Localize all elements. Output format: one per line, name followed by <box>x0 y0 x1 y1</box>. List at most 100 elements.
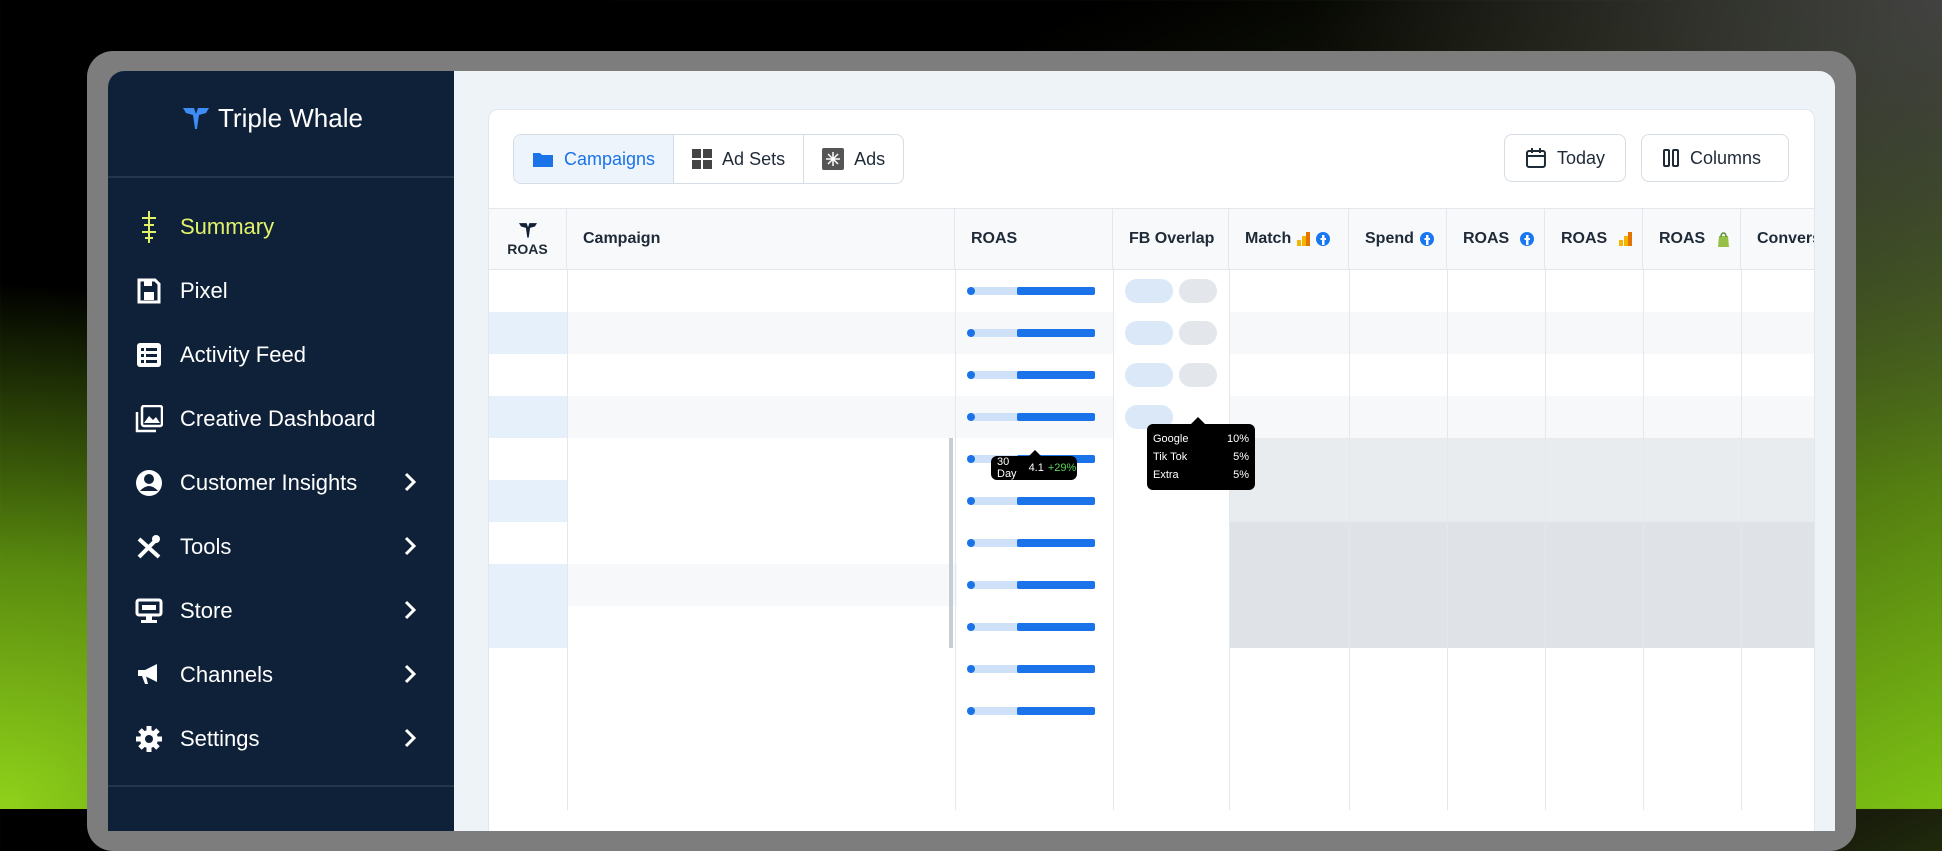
sidebar-item-settings[interactable]: Settings <box>132 717 432 761</box>
header-label: Spend <box>1365 230 1414 247</box>
conversion-value <box>1741 270 1814 312</box>
spend-value <box>1349 270 1447 312</box>
column-header-roas-facebook[interactable]: ROAS <box>1447 208 1545 270</box>
roas-google-value <box>1545 354 1643 396</box>
roas-bar-dot <box>967 581 975 589</box>
roas-google-value <box>1545 270 1643 312</box>
chevron-right-icon <box>404 664 417 684</box>
roas-facebook-value <box>1447 690 1545 732</box>
match-value <box>1229 690 1349 732</box>
campaigns-panel: Campaigns Ad Sets Ads Today Columns ROAS… <box>488 109 1815 831</box>
sidebar-divider <box>108 176 454 178</box>
tw-roas-value <box>489 438 567 480</box>
tooltip-channel: Google <box>1153 433 1189 445</box>
spend-value <box>1349 312 1447 354</box>
match-value <box>1229 270 1349 312</box>
column-header-tw-roas[interactable]: ROAS <box>489 208 567 270</box>
column-header-campaign[interactable]: Campaign <box>567 208 955 270</box>
sidebar-item-creative-dashboard[interactable]: Creative Dashboard <box>132 397 432 441</box>
facebook-icon <box>1316 232 1331 246</box>
match-value <box>1229 648 1349 690</box>
sidebar-item-store[interactable]: Store <box>132 589 432 633</box>
chevron-right-icon <box>404 600 417 620</box>
header-label: Convers <box>1757 230 1815 247</box>
ads-icon <box>822 148 845 170</box>
overlap-percent-pill[interactable] <box>1125 363 1173 387</box>
roas-shopify-value <box>1643 522 1741 564</box>
tooltip-channel: Extra <box>1153 469 1179 481</box>
tooltip-row: Tik Tok 5% <box>1153 448 1249 466</box>
sidebar-item-summary[interactable]: Summary <box>132 205 432 249</box>
folder-icon <box>533 153 553 167</box>
column-header-conversion-value[interactable]: Convers <box>1741 208 1815 270</box>
tw-roas-value <box>489 480 567 522</box>
tab-ads[interactable]: Ads <box>804 135 903 183</box>
tooltip-value: 4.1 <box>1028 462 1044 474</box>
column-divider <box>1113 270 1114 810</box>
tw-roas-value <box>489 396 567 438</box>
roas-shopify-value <box>1643 312 1741 354</box>
chevron-right-icon <box>404 536 417 556</box>
overlap-percent-pill[interactable] <box>1125 279 1173 303</box>
roas-shopify-value <box>1643 270 1741 312</box>
tw-roas-value <box>489 354 567 396</box>
header-label: ROAS <box>1463 230 1510 247</box>
sidebar-item-label: Tools <box>180 534 232 559</box>
sidebar-item-pixel[interactable]: Pixel <box>132 269 432 313</box>
roas-shopify-value <box>1643 690 1741 732</box>
overlap-percent-pill[interactable] <box>1125 321 1173 345</box>
row-stripe <box>567 312 957 354</box>
roas-tooltip: 30 Day 4.1 +29% <box>991 450 1077 480</box>
overlap-extra-pill[interactable] <box>1179 363 1217 387</box>
column-header-roas-shopify[interactable]: ROAS <box>1643 208 1741 270</box>
roas-bar-dot <box>967 287 975 295</box>
roas-facebook-value <box>1447 396 1545 438</box>
tab-ad-sets[interactable]: Ad Sets <box>674 135 805 183</box>
tooltip-period: 30 Day <box>997 456 1017 480</box>
conversion-value <box>1741 480 1814 522</box>
tab-campaigns[interactable]: Campaigns <box>514 135 675 183</box>
overlap-extra-pill[interactable] <box>1179 321 1217 345</box>
column-header-match[interactable]: Match <box>1229 208 1349 270</box>
overlap-extra-pill[interactable] <box>1179 279 1217 303</box>
sidebar-item-tools[interactable]: Tools <box>132 525 432 569</box>
column-header-fb-overlap[interactable]: FB Overlap <box>1113 208 1229 270</box>
header-label: Match <box>1245 230 1292 247</box>
campaigns-table: ROAS Campaign ROAS FB Overlap Match Spen… <box>489 208 1814 831</box>
roas-bar-dot <box>967 623 975 631</box>
column-header-roas-trend[interactable]: ROAS <box>955 208 1113 270</box>
column-header-roas-google[interactable]: ROAS <box>1545 208 1643 270</box>
sidebar-item-channels[interactable]: Channels <box>132 653 432 697</box>
grid-icon <box>692 149 713 169</box>
roas-facebook-value <box>1447 522 1545 564</box>
columns-button[interactable]: Columns <box>1641 134 1789 182</box>
whale-tail-icon <box>183 108 209 129</box>
header-label: ROAS <box>507 241 548 257</box>
column-header-spend[interactable]: Spend <box>1349 208 1447 270</box>
tooltip-percent: 10% <box>1226 433 1249 445</box>
columns-icon <box>1663 149 1679 167</box>
sidebar: Triple Whale Summary Pixel Activity Feed <box>108 71 454 831</box>
tooltip-channel: Tik Tok <box>1153 451 1188 463</box>
conversion-value <box>1741 606 1814 648</box>
sidebar-item-activity-feed[interactable]: Activity Feed <box>132 333 432 377</box>
logo[interactable]: Triple Whale <box>182 101 363 135</box>
sidebar-item-customer-insights[interactable]: Customer Insights <box>132 461 432 505</box>
date-picker-button[interactable]: Today <box>1504 134 1626 182</box>
roas-bar-dot <box>967 413 975 421</box>
conversion-value <box>1741 690 1814 732</box>
sidebar-item-label: Activity Feed <box>180 342 306 367</box>
roas-facebook-value <box>1447 312 1545 354</box>
spend-value <box>1349 480 1447 522</box>
conversion-value <box>1741 396 1814 438</box>
roas-google-value <box>1545 480 1643 522</box>
spend-value <box>1349 396 1447 438</box>
tw-roas-value <box>489 522 567 564</box>
roas-bar-fill <box>1017 581 1095 589</box>
tooltip-percent: 5% <box>1233 469 1249 481</box>
roas-bar-dot <box>967 329 975 337</box>
roas-google-value <box>1545 522 1643 564</box>
sidebar-item-label: Settings <box>180 726 260 751</box>
tw-roas-value <box>489 648 567 690</box>
header-label: ROAS <box>1659 230 1706 247</box>
